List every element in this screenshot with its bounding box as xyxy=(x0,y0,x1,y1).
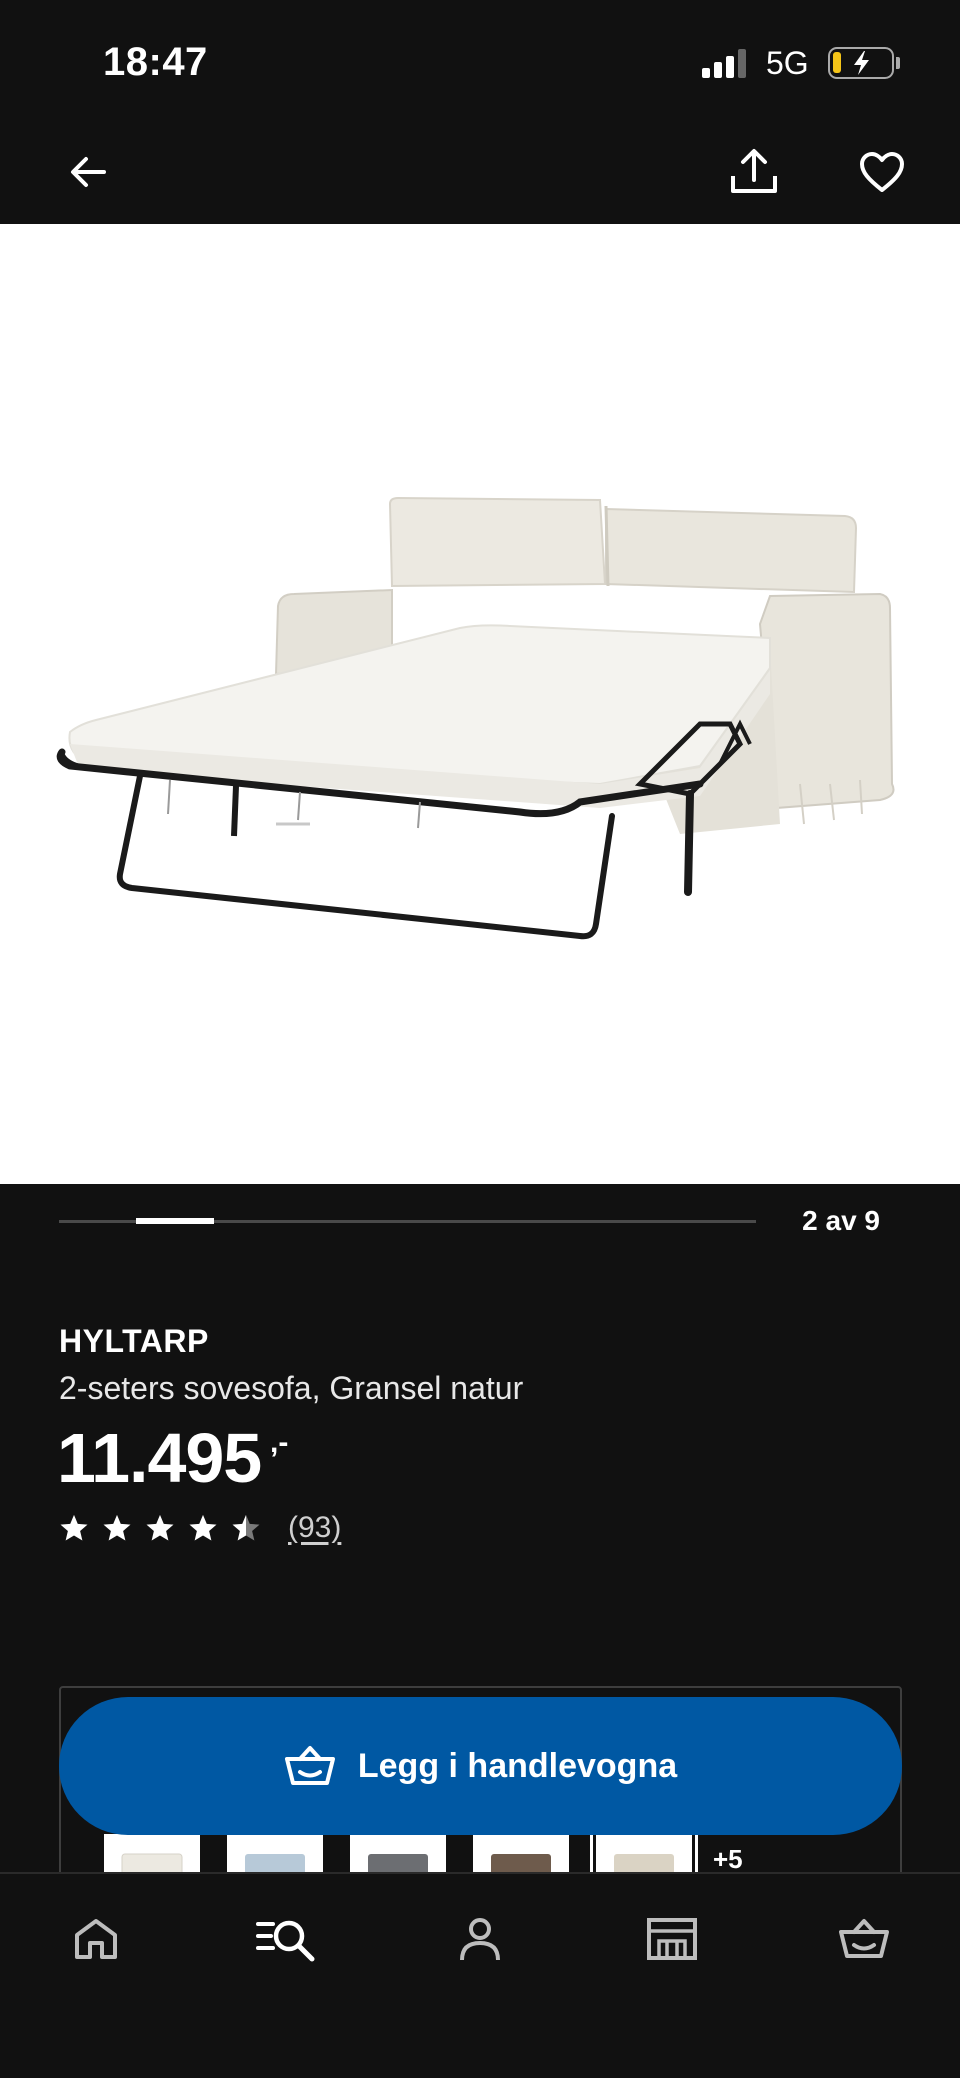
status-time: 18:47 xyxy=(103,40,208,84)
home-icon xyxy=(75,1919,117,1959)
tab-profile[interactable] xyxy=(440,1904,520,1974)
carousel-counter: 2 av 9 xyxy=(802,1205,880,1236)
battery-charging-icon xyxy=(828,47,894,79)
product-image[interactable] xyxy=(0,224,960,1184)
basket-icon xyxy=(284,1746,335,1785)
heart-icon xyxy=(860,152,904,192)
sofa-bed-illustration xyxy=(56,496,895,940)
rating[interactable]: (93) xyxy=(59,1510,341,1546)
star-icon xyxy=(146,1514,174,1541)
tab-stores[interactable] xyxy=(632,1904,712,1974)
star-icon xyxy=(103,1514,131,1541)
star-icon xyxy=(189,1514,217,1541)
basket-icon xyxy=(839,1919,889,1958)
product-name: HYLTARP xyxy=(59,1323,209,1359)
half-star-icon xyxy=(232,1514,260,1541)
back-arrow-icon xyxy=(71,157,106,187)
signal-icon xyxy=(702,48,750,78)
add-to-cart-label: Legg i handlevogna xyxy=(357,1746,678,1785)
tab-search[interactable] xyxy=(246,1904,326,1974)
top-navigation xyxy=(0,120,960,224)
price-suffix: ,- xyxy=(270,1426,289,1459)
product-description: 2-seters sovesofa, Gransel natur xyxy=(59,1370,524,1406)
tab-home[interactable] xyxy=(56,1904,136,1974)
favourite-button[interactable] xyxy=(852,142,912,202)
product-price: 11.495 xyxy=(57,1419,262,1497)
battery-tip xyxy=(896,57,900,69)
bottom-tab-bar xyxy=(0,1872,960,2078)
share-button[interactable] xyxy=(724,142,784,202)
star-icon xyxy=(60,1514,88,1541)
profile-icon xyxy=(460,1918,500,1961)
tab-cart[interactable] xyxy=(824,1904,904,1974)
review-count-link[interactable]: (93) xyxy=(288,1511,341,1545)
back-button[interactable] xyxy=(58,142,118,202)
carousel-progress-active xyxy=(136,1218,214,1224)
network-label: 5G xyxy=(766,45,809,81)
share-icon xyxy=(731,149,777,193)
store-icon xyxy=(647,1918,697,1960)
status-bar: 18:47 5G xyxy=(0,0,960,120)
more-variants-label[interactable]: +5 xyxy=(713,1844,743,1875)
search-menu-icon xyxy=(256,1920,315,1962)
add-to-cart-button[interactable]: Legg i handlevogna xyxy=(59,1697,902,1835)
